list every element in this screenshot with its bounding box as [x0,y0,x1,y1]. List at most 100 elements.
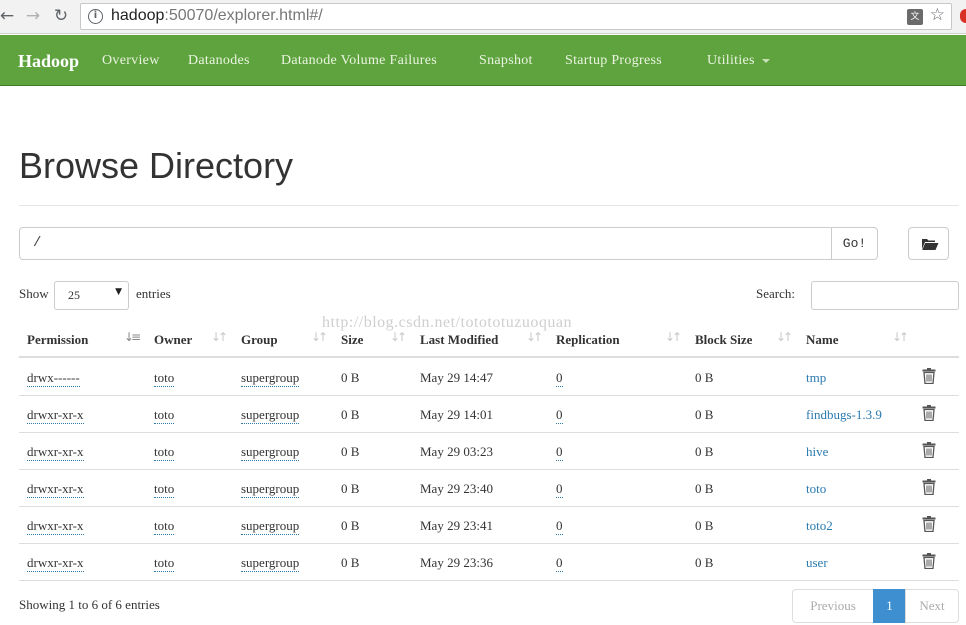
trash-icon[interactable] [922,479,936,496]
group-cell[interactable]: supergroup [241,370,300,387]
last-modified-cell: May 29 23:41 [420,518,493,533]
permission-cell[interactable]: drwx------ [27,370,80,387]
owner-cell[interactable]: toto [154,555,175,572]
column-header-owner[interactable]: Owner [154,332,192,348]
group-cell[interactable]: supergroup [241,481,300,498]
title-divider [19,205,959,206]
sort-icon[interactable]: ↓↑ [311,330,328,344]
group-cell[interactable]: supergroup [241,555,300,572]
last-modified-cell: May 29 03:23 [420,444,493,459]
dropdown-arrow-icon: ▼ [115,287,122,297]
name-link[interactable]: toto2 [806,518,833,534]
permission-cell[interactable]: drwxr-xr-x [27,481,84,498]
nav-volume-failures[interactable]: Datanode Volume Failures [281,53,437,69]
sort-icon[interactable]: ↓↑ [211,330,228,344]
directory-path-input[interactable]: / [19,227,832,260]
name-link[interactable]: user [806,555,828,571]
url-rest: :50070/explorer.html#/ [164,7,323,24]
replication-cell[interactable]: 0 [556,481,563,498]
search-input[interactable] [811,281,959,310]
sort-icon[interactable]: ↓↑ [665,330,682,344]
block-size-cell: 0 B [695,555,714,570]
nav-overview[interactable]: Overview [102,53,160,69]
permission-cell[interactable]: drwxr-xr-x [27,444,84,461]
open-folder-button[interactable] [908,227,949,260]
block-size-cell: 0 B [695,444,714,459]
name-link[interactable]: toto [806,481,826,497]
replication-cell[interactable]: 0 [556,407,563,424]
nav-snapshot[interactable]: Snapshot [479,53,533,69]
go-button[interactable]: Go! [831,227,878,260]
column-header-last-modified[interactable]: Last Modified [420,332,498,348]
url-host: hadoop [111,7,165,24]
block-size-cell: 0 B [695,370,714,385]
owner-cell[interactable]: toto [154,518,175,535]
info-icon[interactable]: i [88,9,103,24]
trash-icon[interactable] [922,405,936,422]
owner-cell[interactable]: toto [154,444,175,461]
name-link[interactable]: hive [806,444,828,460]
forward-arrow-icon[interactable]: → [22,5,44,27]
owner-cell[interactable]: toto [154,407,175,424]
owner-cell[interactable]: toto [154,481,175,498]
search-label: Search: [756,286,795,301]
row-divider [19,395,959,396]
sort-icon[interactable]: ↓↑ [776,330,793,344]
extension-icon[interactable] [960,9,966,23]
column-header-group[interactable]: Group [241,332,278,348]
trash-icon[interactable] [922,553,936,570]
column-header-block-size[interactable]: Block Size [695,332,752,348]
sort-ascending-icon[interactable]: ↓≡ [124,330,141,344]
sort-icon[interactable]: ↓↑ [892,330,909,344]
sort-icon[interactable]: ↓↑ [526,330,543,344]
sort-icon[interactable]: ↓↑ [390,330,407,344]
last-modified-cell: May 29 14:47 [420,370,493,385]
size-cell: 0 B [341,518,360,533]
size-cell: 0 B [341,555,360,570]
replication-cell[interactable]: 0 [556,444,563,461]
reload-icon[interactable]: ↻ [50,5,72,27]
row-divider [19,506,959,507]
replication-cell[interactable]: 0 [556,370,563,387]
nav-startup-progress[interactable]: Startup Progress [565,53,662,69]
block-size-cell: 0 B [695,407,714,422]
trash-icon[interactable] [922,442,936,459]
trash-icon[interactable] [922,516,936,533]
url-text: hadoop:50070/explorer.html#/ [111,7,323,25]
column-header-permission[interactable]: Permission [27,332,88,348]
trash-icon[interactable] [922,368,936,385]
group-cell[interactable]: supergroup [241,444,300,461]
bookmark-star-icon[interactable]: ☆ [930,5,945,25]
brand-logo[interactable]: Hadoop [18,51,79,72]
address-bar[interactable]: i hadoop:50070/explorer.html#/ 文 ☆ [80,3,952,30]
last-modified-cell: May 29 23:36 [420,555,493,570]
replication-cell[interactable]: 0 [556,555,563,572]
group-cell[interactable]: supergroup [241,407,300,424]
translate-icon[interactable]: 文 [907,9,923,25]
row-divider [19,469,959,470]
back-arrow-icon[interactable]: ← [0,5,18,27]
permission-cell[interactable]: drwxr-xr-x [27,518,84,535]
row-divider [19,580,959,581]
nav-datanodes[interactable]: Datanodes [188,53,250,69]
page-length-value: 25 [68,288,80,302]
name-link[interactable]: tmp [806,370,826,386]
permission-cell[interactable]: drwxr-xr-x [27,407,84,424]
pagination-next[interactable]: Next [905,589,959,623]
size-cell: 0 B [341,481,360,496]
name-link[interactable]: findbugs-1.3.9 [806,407,882,423]
show-label: Show [19,286,49,301]
permission-cell[interactable]: drwxr-xr-x [27,555,84,572]
group-cell[interactable]: supergroup [241,518,300,535]
replication-cell[interactable]: 0 [556,518,563,535]
nav-utilities[interactable]: Utilities [707,53,770,69]
size-cell: 0 B [341,407,360,422]
column-header-size[interactable]: Size [341,332,363,348]
caret-down-icon [761,58,770,63]
pagination-page-1[interactable]: 1 [873,589,906,623]
column-header-name[interactable]: Name [806,332,839,348]
page-length-select[interactable]: 25 ▼ [54,281,129,310]
column-header-replication[interactable]: Replication [556,332,620,348]
pagination-previous[interactable]: Previous [792,589,874,623]
owner-cell[interactable]: toto [154,370,175,387]
